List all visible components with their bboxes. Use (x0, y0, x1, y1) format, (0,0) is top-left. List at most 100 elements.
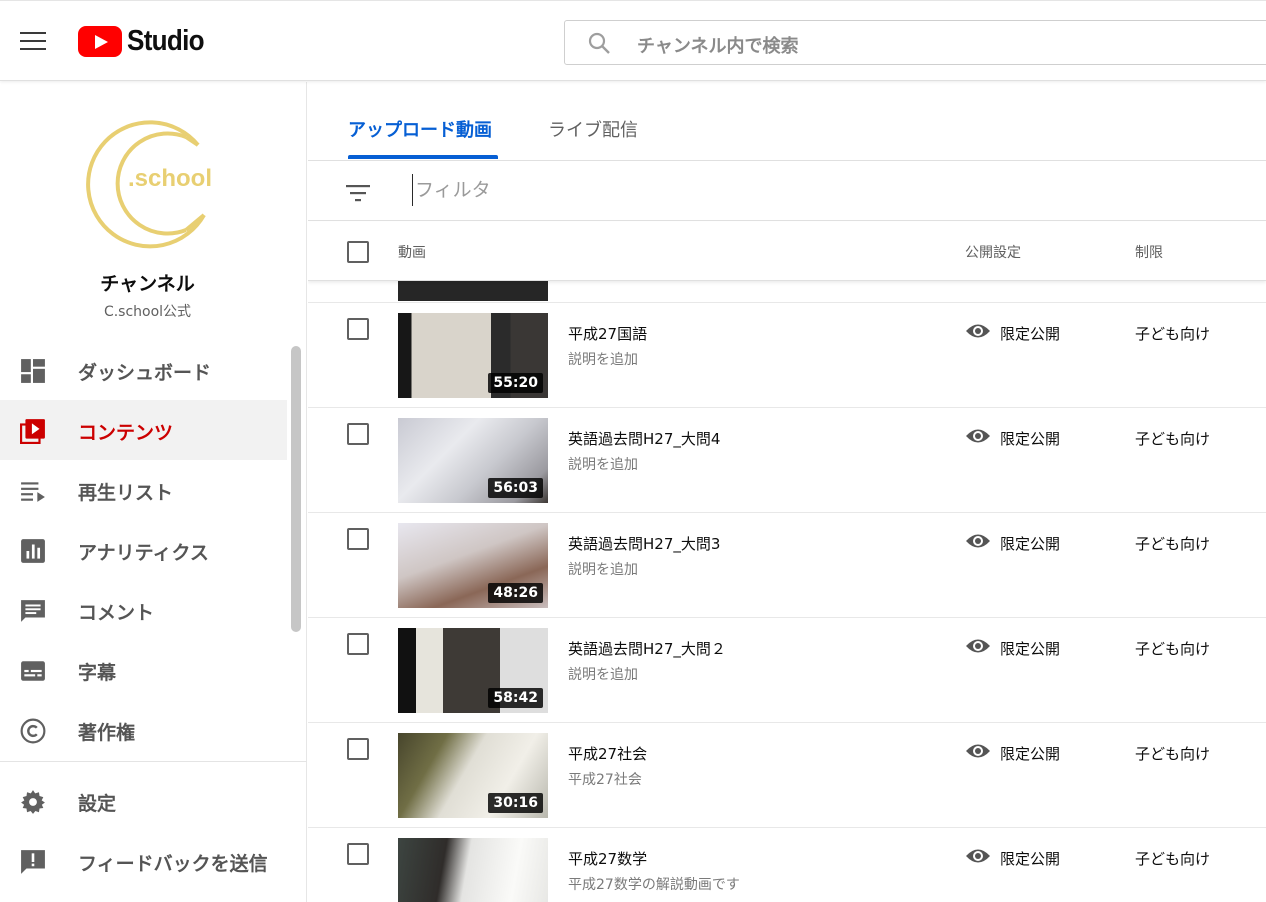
eye-icon (966, 639, 990, 653)
column-header-restrictions[interactable]: 制限 (1135, 242, 1163, 262)
column-header-video: 動画 (398, 245, 426, 261)
video-thumbnail[interactable]: 30:16 (398, 733, 548, 818)
restriction-value: 子ども向け (1135, 325, 1211, 343)
sidebar-item-analytics[interactable]: アナリティクス (0, 520, 287, 580)
video-thumbnail[interactable]: 58:42 (398, 628, 548, 713)
table-row[interactable]: 56:03 英語過去問H27_大問4 説明を追加 限定公開 子ども向け (308, 408, 1266, 513)
sidebar-item-label: コメント (78, 602, 155, 624)
sidebar-item-label: コンテンツ (78, 422, 174, 444)
table-row-partial (308, 281, 1266, 303)
video-title[interactable]: 英語過去問H27_大問4 (568, 428, 720, 449)
restriction-value: 子ども向け (1135, 745, 1211, 763)
row-checkbox[interactable] (347, 843, 369, 865)
eye-icon (966, 849, 990, 863)
table-row[interactable]: 55:20 平成27国語 説明を追加 限定公開 子ども向け (308, 303, 1266, 408)
video-title[interactable]: 英語過去問H27_大問２ (568, 638, 726, 659)
table-row[interactable]: 58:42 英語過去問H27_大問２ 説明を追加 限定公開 子ども向け (308, 618, 1266, 723)
video-title[interactable]: 英語過去問H27_大問3 (568, 533, 720, 554)
sidebar-nav: ダッシュボード コンテンツ 再生リスト アナリティクス コメント 字幕 著作権 (0, 340, 307, 891)
comment-icon (21, 600, 45, 622)
visibility-value[interactable]: 限定公開 (1000, 533, 1060, 554)
tab-live[interactable]: ライブ配信 (548, 116, 638, 142)
avatar-text: .school (128, 165, 212, 192)
row-checkbox[interactable] (347, 738, 369, 760)
video-title[interactable]: 平成27国語 (568, 323, 647, 344)
restriction-value: 子ども向け (1135, 535, 1211, 553)
row-checkbox[interactable] (347, 528, 369, 550)
video-thumbnail[interactable] (398, 838, 548, 902)
sidebar-item-settings[interactable]: 設定 (0, 771, 287, 831)
sidebar-item-label: 字幕 (78, 662, 117, 684)
visibility-value[interactable]: 限定公開 (1000, 638, 1060, 659)
sidebar-item-dashboard[interactable]: ダッシュボード (0, 340, 287, 400)
tab-uploads[interactable]: アップロード動画 (348, 116, 492, 142)
filter-icon[interactable] (346, 182, 370, 204)
table-row[interactable]: 48:26 英語過去問H27_大問3 説明を追加 限定公開 子ども向け (308, 513, 1266, 618)
column-header-visibility[interactable]: 公開設定 (965, 242, 1021, 262)
feedback-icon (21, 850, 45, 874)
subtitles-icon (21, 661, 45, 681)
sidebar-item-feedback[interactable]: フィードバックを送信 (0, 831, 287, 891)
channel-subtitle: C.school公式 (103, 304, 192, 320)
video-description[interactable]: 説明を追加 (568, 454, 638, 474)
duration-badge: 56:03 (488, 478, 543, 498)
video-thumbnail[interactable]: 48:26 (398, 523, 548, 608)
sidebar-item-label: ダッシュボード (78, 362, 212, 384)
sidebar: .school チャンネル C.school公式 ダッシュボード コンテンツ 再… (0, 82, 307, 902)
row-checkbox[interactable] (347, 633, 369, 655)
video-title[interactable]: 平成27数学 (568, 848, 647, 869)
video-description[interactable]: 平成27数学の解説動画です (568, 874, 740, 894)
playlist-icon (21, 482, 45, 502)
table-row[interactable]: 30:16 平成27社会 平成27社会 限定公開 子ども向け (308, 723, 1266, 828)
eye-icon (966, 534, 990, 548)
gear-icon (21, 790, 45, 814)
sidebar-item-label: フィードバックを送信 (78, 853, 268, 875)
logo-text: Studio (127, 25, 205, 57)
analytics-icon (21, 539, 45, 563)
visibility-value[interactable]: 限定公開 (1000, 848, 1060, 869)
eye-icon (966, 744, 990, 758)
hamburger-menu-icon[interactable] (20, 32, 46, 52)
sidebar-item-copyright[interactable]: 著作権 (0, 700, 287, 760)
sidebar-item-playlists[interactable]: 再生リスト (0, 460, 287, 520)
search-icon (588, 32, 610, 54)
dashboard-icon (21, 359, 45, 383)
top-bar: Studio チャンネル内で検索 (0, 0, 1266, 81)
video-description[interactable]: 説明を追加 (568, 349, 638, 369)
video-thumbnail[interactable] (398, 281, 548, 301)
row-checkbox[interactable] (347, 423, 369, 445)
studio-logo[interactable]: Studio (78, 25, 212, 58)
video-thumbnail[interactable]: 55:20 (398, 313, 548, 398)
sidebar-item-comments[interactable]: コメント (0, 580, 287, 640)
visibility-value[interactable]: 限定公開 (1000, 743, 1060, 764)
sidebar-item-label: 再生リスト (78, 482, 174, 504)
video-thumbnail[interactable]: 56:03 (398, 418, 548, 503)
video-description[interactable]: 平成27社会 (568, 769, 642, 789)
restriction-value: 子ども向け (1135, 430, 1211, 448)
channel-avatar[interactable]: .school (82, 115, 212, 251)
visibility-value[interactable]: 限定公開 (1000, 428, 1060, 449)
video-description[interactable]: 説明を追加 (568, 664, 638, 684)
visibility-value[interactable]: 限定公開 (1000, 323, 1060, 344)
duration-badge: 48:26 (488, 583, 543, 603)
copyright-icon (20, 718, 46, 744)
select-all-checkbox[interactable] (347, 241, 369, 263)
filter-input[interactable] (412, 174, 812, 206)
channel-search-box[interactable]: チャンネル内で検索 (564, 20, 1266, 65)
video-description[interactable]: 説明を追加 (568, 559, 638, 579)
filter-bar (308, 162, 1266, 221)
video-title[interactable]: 平成27社会 (568, 743, 647, 764)
table-row[interactable]: 平成27数学 平成27数学の解説動画です 限定公開 子ども向け (308, 828, 1266, 902)
sidebar-item-label: 著作権 (78, 722, 136, 744)
sidebar-item-subtitles[interactable]: 字幕 (0, 640, 287, 700)
content-tabs: アップロード動画 ライブ配信 (308, 82, 1266, 161)
eye-icon (966, 324, 990, 338)
row-checkbox[interactable] (347, 318, 369, 340)
eye-icon (966, 429, 990, 443)
sidebar-item-label: 設定 (78, 793, 117, 815)
sidebar-item-content[interactable]: コンテンツ (0, 400, 287, 460)
sidebar-item-label: アナリティクス (78, 542, 209, 564)
sidebar-scrollbar[interactable] (291, 346, 301, 632)
search-placeholder: チャンネル内で検索 (637, 36, 799, 57)
duration-badge: 58:42 (488, 688, 543, 708)
